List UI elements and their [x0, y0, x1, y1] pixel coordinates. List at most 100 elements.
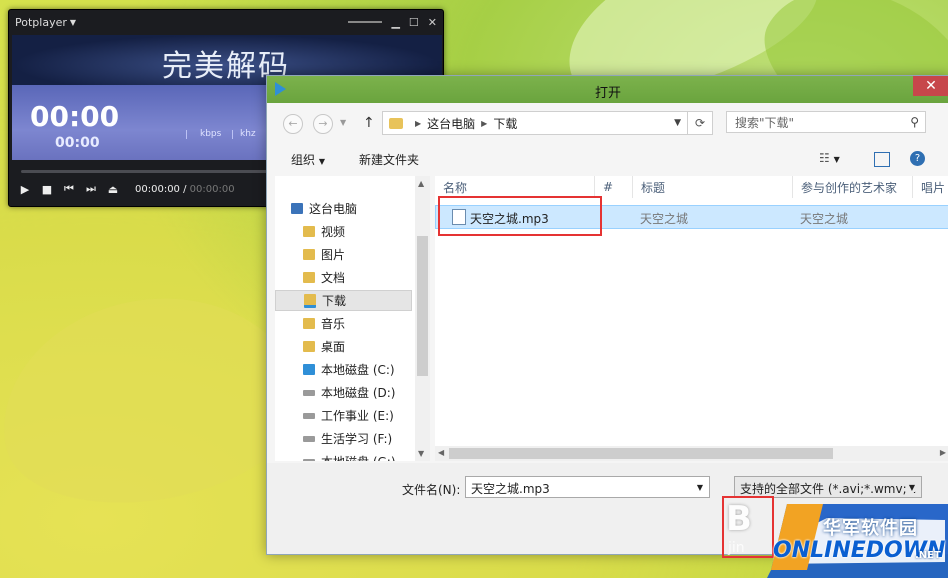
- nav-item-pictures[interactable]: 图片: [303, 244, 430, 265]
- nav-item-drive-d[interactable]: 本地磁盘 (D:): [303, 382, 430, 403]
- desktop: { "potplayer": { "title": "Potplayer", "…: [0, 0, 948, 578]
- navigation-pane: 这台电脑 视频 图片 文档 下载 音乐 桌面 本地磁盘 (C:) 本地磁盘 (D…: [275, 176, 430, 461]
- nav-item-documents[interactable]: 文档: [303, 267, 430, 288]
- horizontal-scrollbar[interactable]: ◀ ▶: [435, 446, 948, 461]
- playback-controls: ▶ ■ ⏮ ⏭ ⏏ 00:00:00 / 00:00:00: [19, 182, 235, 196]
- computer-icon: [291, 203, 303, 214]
- menu-arrow-icon[interactable]: ▼: [70, 18, 76, 27]
- drive-icon: [303, 412, 315, 419]
- dialog-title: 打开: [594, 86, 621, 101]
- chevron-down-icon[interactable]: ▼: [906, 483, 915, 492]
- time-elapsed-small: 00:00: [55, 135, 100, 151]
- nav-item-drive-c[interactable]: 本地磁盘 (C:): [303, 359, 430, 380]
- download-folder-icon: [389, 117, 403, 129]
- maximize-icon[interactable]: ☐: [409, 16, 419, 29]
- samplerate-label: khz: [240, 129, 256, 139]
- stop-icon[interactable]: ■: [41, 183, 53, 196]
- breadcrumb-downloads[interactable]: 下载: [493, 115, 517, 132]
- close-icon[interactable]: ✕: [428, 16, 437, 29]
- nav-item-drive-e[interactable]: 工作事业 (E:): [303, 405, 430, 426]
- eject-icon[interactable]: ⏏: [107, 183, 119, 196]
- chevron-down-icon: ▼: [318, 157, 325, 166]
- refresh-button[interactable]: ⟳: [687, 111, 713, 135]
- nav-item-videos[interactable]: 视频: [303, 221, 430, 242]
- filetype-value: 支持的全部文件 (*.avi;*.wmv;*.: [740, 482, 917, 496]
- breadcrumb-separator: ▶: [415, 118, 422, 128]
- nav-item-label: 工作事业 (E:): [321, 409, 394, 423]
- drive-icon: [303, 389, 315, 396]
- potplayer-title[interactable]: Potplayer: [15, 16, 67, 29]
- previous-icon[interactable]: ⏮: [63, 182, 75, 196]
- chevron-down-icon[interactable]: ▼: [697, 483, 703, 492]
- dialog-titlebar[interactable]: 打开 ✕: [267, 76, 948, 103]
- nav-item-label: 本地磁盘 (C:): [321, 363, 395, 377]
- folder-icon: [303, 318, 315, 329]
- windows-drive-icon: [303, 364, 315, 375]
- organize-button[interactable]: 组织 ▼: [291, 151, 325, 168]
- filename-input[interactable]: 天空之城.mp3 ▼: [465, 476, 710, 498]
- opacity-slider[interactable]: [348, 21, 383, 23]
- bitrate-label: kbps: [200, 129, 222, 139]
- search-input[interactable]: 搜索"下载" ⚲: [726, 111, 926, 133]
- nav-item-label: 音乐: [321, 317, 346, 331]
- play-icon[interactable]: ▶: [19, 183, 31, 196]
- nav-item-label: 生活学习 (F:): [321, 432, 393, 446]
- nav-item-this-pc[interactable]: 这台电脑: [291, 198, 428, 219]
- up-folder-button[interactable]: ↑: [363, 115, 375, 131]
- file-artist: 天空之城: [800, 212, 849, 226]
- column-header-artist[interactable]: 参与创作的艺术家: [793, 176, 913, 198]
- search-placeholder: 搜索"下载": [735, 115, 795, 130]
- open-file-dialog: 打开 ✕ ← → ▼ ↑ ▶ 这台电脑 ▶ 下载 ▼ ⟳ 搜索"下载" ⚲ 组织…: [266, 75, 948, 558]
- back-button[interactable]: ←: [283, 114, 303, 134]
- nav-item-desktop[interactable]: 桌面: [303, 336, 430, 357]
- column-header-title[interactable]: 标题: [633, 176, 793, 198]
- preview-pane-icon[interactable]: [874, 152, 890, 167]
- scrollbar-thumb[interactable]: [449, 448, 833, 459]
- breadcrumb-this-pc[interactable]: 这台电脑: [427, 115, 475, 132]
- address-bar[interactable]: ▶ 这台电脑 ▶ 下载 ▼: [382, 111, 688, 135]
- forward-button[interactable]: →: [313, 114, 333, 134]
- help-icon[interactable]: ?: [910, 151, 925, 166]
- breadcrumb-separator: ▶: [481, 118, 488, 128]
- scroll-right-icon[interactable]: ▶: [940, 448, 946, 457]
- scroll-down-icon[interactable]: ▼: [418, 449, 424, 458]
- watermark-cn-text: 华军软件园: [823, 518, 918, 539]
- organize-label: 组织: [291, 153, 316, 167]
- new-folder-button[interactable]: 新建文件夹: [359, 151, 419, 168]
- time-separator: /: [179, 183, 190, 195]
- column-header-name[interactable]: 名称: [435, 176, 595, 198]
- nav-item-downloads[interactable]: 下载: [275, 290, 412, 311]
- divider: |: [185, 130, 189, 140]
- nav-item-drive-g[interactable]: 本地磁盘 (G:): [303, 451, 430, 461]
- drive-icon: [303, 458, 315, 461]
- column-header-number[interactable]: #: [595, 176, 633, 198]
- total-time: 00:00:00: [189, 183, 235, 195]
- scrollbar-thumb[interactable]: [417, 236, 428, 376]
- current-time: 00:00:00: [135, 183, 180, 195]
- download-folder-icon: [304, 293, 316, 308]
- watermark-glyph: B: [726, 499, 752, 539]
- potplayer-titlebar[interactable]: Potplayer ▼ ▁ ☐ ✕: [9, 10, 443, 34]
- recent-locations-icon[interactable]: ▼: [340, 118, 346, 127]
- folder-icon: [303, 249, 315, 260]
- nav-item-music[interactable]: 音乐: [303, 313, 430, 334]
- address-dropdown-icon[interactable]: ▼: [674, 118, 681, 128]
- next-icon[interactable]: ⏭: [85, 182, 97, 196]
- highlight-box: [438, 196, 602, 236]
- watermark-net: .NET: [915, 550, 941, 561]
- nav-item-label: 视频: [321, 225, 346, 239]
- dialog-close-button[interactable]: ✕: [913, 76, 948, 96]
- column-header-album[interactable]: 唱片: [913, 176, 948, 198]
- view-options-icon[interactable]: ☷ ▼: [819, 151, 840, 165]
- filetype-select[interactable]: 支持的全部文件 (*.avi;*.wmv;*. ▼: [734, 476, 922, 498]
- nav-item-drive-f[interactable]: 生活学习 (F:): [303, 428, 430, 449]
- navigation-scrollbar[interactable]: ▲ ▼: [415, 176, 430, 461]
- folder-icon: [303, 341, 315, 352]
- time-readout: 00:00:00 / 00:00:00: [135, 184, 235, 195]
- scroll-up-icon[interactable]: ▲: [418, 179, 424, 188]
- folder-icon: [303, 226, 315, 237]
- scroll-left-icon[interactable]: ◀: [438, 448, 444, 457]
- nav-item-label: 本地磁盘 (D:): [321, 386, 396, 400]
- minimize-icon[interactable]: ▁: [391, 16, 399, 29]
- filename-value: 天空之城.mp3: [471, 482, 550, 496]
